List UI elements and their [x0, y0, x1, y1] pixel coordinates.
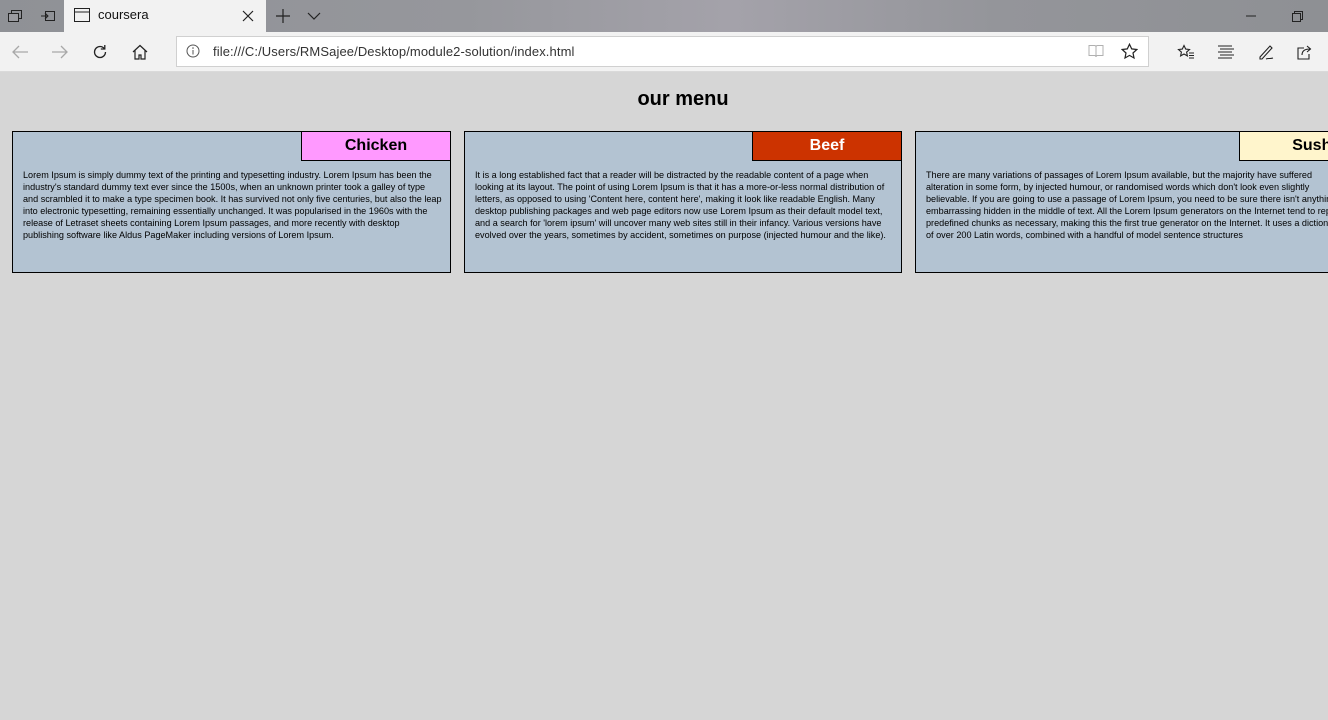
menu-card-text: There are many variations of passages of…: [926, 170, 1328, 240]
set-aside-tabs-icon[interactable]: [38, 6, 58, 26]
menu-card-text: Lorem Ipsum is simply dummy text of the …: [23, 170, 442, 240]
menu-card-label: Chicken: [301, 131, 451, 161]
menu-card-text: It is a long established fact that a rea…: [475, 170, 886, 240]
hub-icon[interactable]: [1212, 38, 1240, 66]
menu-card-chicken: Chicken Lorem Ipsum is simply dummy text…: [12, 131, 451, 273]
menu-card-label: Sushi: [1239, 131, 1328, 161]
back-arrow-icon[interactable]: [6, 38, 34, 66]
menu-card-beef: Beef It is a long established fact that …: [464, 131, 902, 273]
book-icon[interactable]: [1088, 44, 1104, 58]
star-icon[interactable]: [1121, 43, 1138, 60]
refresh-icon[interactable]: [86, 38, 114, 66]
chevron-down-icon[interactable]: [304, 6, 324, 26]
tab-bar: coursera: [0, 0, 1328, 32]
close-icon[interactable]: [238, 6, 258, 26]
minimize-icon[interactable]: [1228, 0, 1274, 32]
share-icon[interactable]: [1291, 38, 1319, 66]
home-icon[interactable]: [126, 38, 154, 66]
address-bar[interactable]: file:///C:/Users/RMSajee/Desktop/module2…: [176, 36, 1149, 67]
plus-icon[interactable]: [273, 6, 293, 26]
favorites-icon[interactable]: [1172, 38, 1200, 66]
browser-tab[interactable]: coursera: [64, 0, 266, 32]
tab-title: coursera: [98, 7, 149, 22]
forward-arrow-icon[interactable]: [46, 38, 74, 66]
pen-icon[interactable]: [1252, 38, 1280, 66]
page-icon: [74, 8, 90, 22]
menu-card-label: Beef: [752, 131, 902, 161]
restore-icon[interactable]: [1274, 0, 1320, 32]
info-icon[interactable]: [186, 44, 200, 58]
page-overflow-clip: Sushi There are many variations of passa…: [914, 72, 1328, 720]
page-content: our menu Chicken Lorem Ipsum is simply d…: [0, 72, 1328, 720]
menu-card-sushi: Sushi There are many variations of passa…: [915, 131, 1328, 273]
navigation-bar: file:///C:/Users/RMSajee/Desktop/module2…: [0, 32, 1328, 72]
tab-tray-icon[interactable]: [5, 6, 25, 26]
url-text[interactable]: file:///C:/Users/RMSajee/Desktop/module2…: [213, 44, 574, 59]
